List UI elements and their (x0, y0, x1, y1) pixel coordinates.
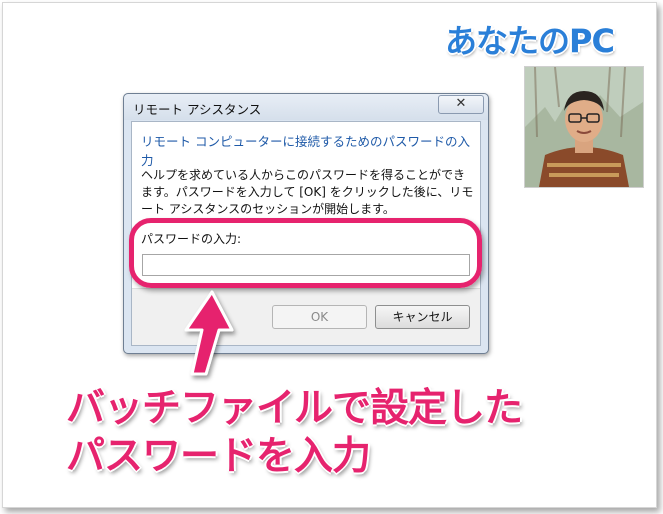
person-photo-icon (525, 67, 643, 187)
dialog-heading: リモート コンピューターに接続するためのパスワードの入力 (141, 134, 470, 168)
caption-line-1: バッチファイルで設定した (66, 386, 523, 431)
close-button[interactable]: ✕ (438, 95, 484, 114)
caption-text: バッチファイルで設定した パスワードを入力 (66, 385, 523, 481)
user-photo (524, 66, 644, 188)
close-icon: ✕ (455, 96, 467, 111)
dialog-title: リモート アシスタンス (133, 102, 262, 117)
dialog-description: ヘルプを求めている人からこのパスワードを得ることができます。パスワードを入力して… (141, 168, 474, 216)
ok-button[interactable]: OK (272, 305, 367, 329)
button-bar: OK キャンセル (132, 288, 480, 345)
your-pc-label: あなたのPC (445, 22, 615, 60)
caption-line-2: パスワードを入力 (66, 434, 371, 479)
dialog-titlebar[interactable]: リモート アシスタンス ✕ (124, 94, 488, 120)
password-highlight-box (129, 218, 482, 288)
cancel-button[interactable]: キャンセル (375, 305, 470, 329)
